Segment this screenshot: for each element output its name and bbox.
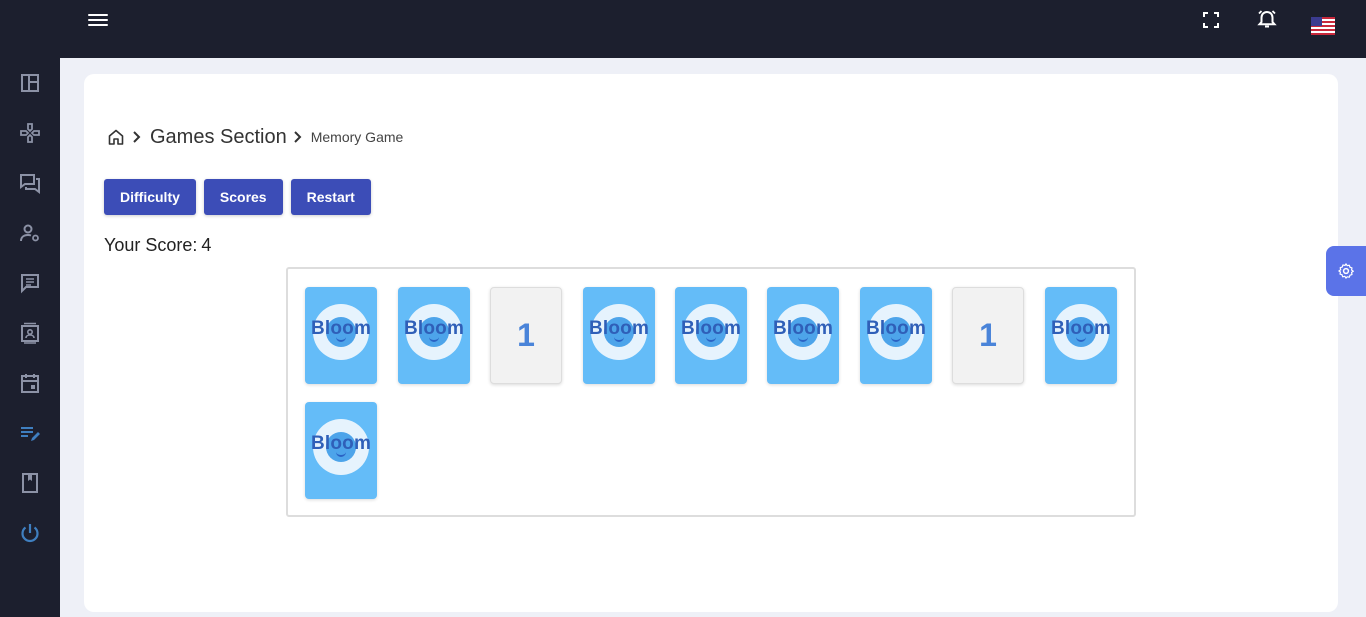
breadcrumb-current: Memory Game xyxy=(310,129,404,145)
card-back-logo-text: Bloom xyxy=(772,318,834,339)
card-value: 1 xyxy=(517,317,535,353)
breadcrumb-games-section[interactable]: Games Section xyxy=(150,126,287,149)
score-display: Your Score: 4 xyxy=(104,235,211,256)
message-icon[interactable] xyxy=(18,271,42,295)
memory-card-2[interactable]: Bloom xyxy=(398,287,470,384)
card-back-logo-text: Bloom xyxy=(1050,318,1112,339)
card-back-logo-text: Bloom xyxy=(310,433,372,454)
chevron-right-icon xyxy=(132,130,146,144)
top-bar xyxy=(0,0,1366,58)
dashboard-icon[interactable] xyxy=(18,71,42,95)
memory-card-5[interactable]: Bloom xyxy=(675,287,747,384)
memory-card-6[interactable]: Bloom xyxy=(767,287,839,384)
fullscreen-icon[interactable] xyxy=(1199,8,1223,32)
book-icon[interactable] xyxy=(18,471,42,495)
contact-card-icon[interactable] xyxy=(18,321,42,345)
chat-icon[interactable] xyxy=(18,171,42,195)
memory-card-7[interactable]: Bloom xyxy=(860,287,932,384)
chevron-right-icon xyxy=(293,130,307,144)
breadcrumb: Games Section Memory Game xyxy=(106,124,403,150)
restart-button[interactable]: Restart xyxy=(290,179,371,215)
user-settings-icon[interactable] xyxy=(18,221,42,245)
card-back-logo-text: Bloom xyxy=(403,318,465,339)
memory-card-1[interactable]: Bloom xyxy=(305,287,377,384)
memory-card-3[interactable]: 1 xyxy=(490,287,562,384)
difficulty-button[interactable]: Difficulty xyxy=(104,179,196,215)
menu-icon[interactable] xyxy=(86,10,110,32)
edit-list-icon[interactable] xyxy=(18,421,42,445)
power-icon[interactable] xyxy=(18,521,42,545)
card-back-logo-text: Bloom xyxy=(865,318,927,339)
gamepad-icon[interactable] xyxy=(18,121,42,145)
card-back-logo-text: Bloom xyxy=(588,318,650,339)
memory-card-8[interactable]: 1 xyxy=(952,287,1024,384)
home-icon[interactable] xyxy=(106,127,126,147)
card-back-logo-text: Bloom xyxy=(310,318,372,339)
us-flag-icon[interactable] xyxy=(1311,14,1335,38)
calendar-icon[interactable] xyxy=(18,371,42,395)
score-label: Your Score: xyxy=(104,235,198,255)
memory-card-10[interactable]: Bloom xyxy=(305,402,377,499)
scores-button[interactable]: Scores xyxy=(203,179,283,215)
score-value: 4 xyxy=(201,235,212,255)
gear-icon[interactable] xyxy=(1326,246,1366,296)
card-value: 1 xyxy=(979,317,997,353)
memory-card-9[interactable]: Bloom xyxy=(1045,287,1117,384)
memory-board: Bloom Bloom 1 Bloom Bloom Bloom Bloom 1 … xyxy=(286,267,1136,517)
card-back-logo-text: Bloom xyxy=(680,318,742,339)
toolbar: Difficulty Scores Restart xyxy=(104,179,371,215)
memory-card-4[interactable]: Bloom xyxy=(583,287,655,384)
bell-icon[interactable] xyxy=(1255,8,1279,32)
